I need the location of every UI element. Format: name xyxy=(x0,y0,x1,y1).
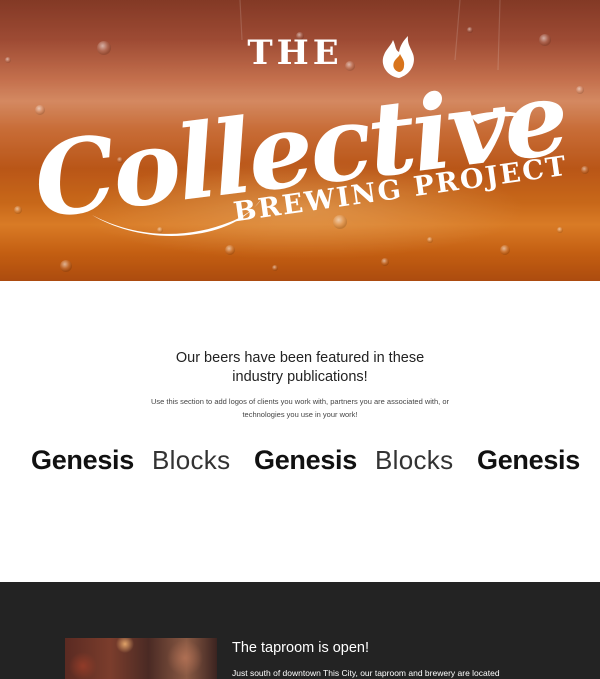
logo-blocks-1[interactable]: Blocks xyxy=(152,441,230,479)
featured-headline: Our beers have been featured in these in… xyxy=(175,350,425,385)
logo-genesis-3[interactable]: Genesis xyxy=(477,441,580,479)
logo-blocks-2[interactable]: Blocks xyxy=(375,441,453,479)
featured-publications-section: Our beers have been featured in these in… xyxy=(0,281,600,582)
taproom-body: Just south of downtown This City, our ta… xyxy=(232,668,500,678)
taproom-section: The taproom is open! Just south of downt… xyxy=(0,582,600,679)
logo-genesis-2[interactable]: Genesis xyxy=(254,441,357,479)
taproom-title: The taproom is open! xyxy=(232,640,370,656)
logo-row: Genesis Blocks Genesis Blocks Genesis xyxy=(0,441,600,481)
taproom-photo xyxy=(65,638,217,679)
logo-genesis-1[interactable]: Genesis xyxy=(31,441,134,479)
logo-the: THE xyxy=(247,33,342,73)
brewery-logo[interactable]: THE Collective BREWING PROJECT xyxy=(0,0,600,281)
hero-banner: THE Collective BREWING PROJECT xyxy=(0,0,600,281)
featured-subtext: Use this section to add logos of clients… xyxy=(150,397,450,419)
flame-icon xyxy=(382,36,414,78)
